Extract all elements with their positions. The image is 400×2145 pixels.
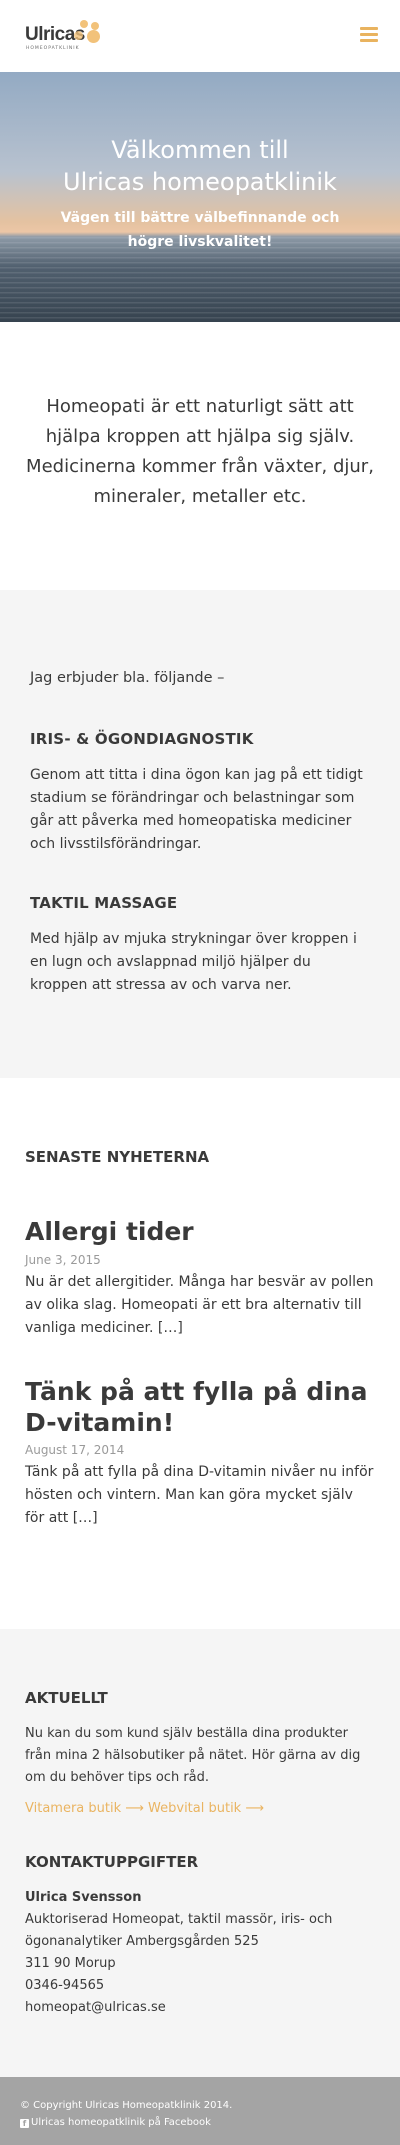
- site-footer: © Copyright Ulricas Homeopatklinik 2014.…: [0, 2077, 400, 2145]
- logo-dot: [91, 22, 99, 30]
- intro-text: Homeopati är ett naturligt sätt att hjäl…: [26, 396, 374, 507]
- hero-title: Välkommen till Ulricas homeopatklinik: [0, 134, 400, 198]
- site-logo[interactable]: Ulricas HOMEOPATKLINIK: [25, 20, 105, 52]
- menu-bar: [360, 33, 378, 36]
- services-lead: Jag erbjuder bla. följande –: [30, 670, 225, 686]
- hero-banner: Välkommen till Ulricas homeopatklinik Vä…: [0, 72, 400, 322]
- vitamera-shop-link[interactable]: Vitamera butik ⟶: [25, 1801, 144, 1816]
- site-header: Ulricas HOMEOPATKLINIK: [0, 0, 400, 72]
- post-excerpt: Nu är det allergitider. Många har besvär…: [25, 1274, 374, 1336]
- intro-section: Homeopati är ett naturligt sätt att hjäl…: [0, 322, 400, 590]
- post-title[interactable]: Allergi tider: [25, 1216, 375, 1247]
- service-text-massage: Med hjälp av mjuka strykningar över krop…: [30, 931, 357, 993]
- aktuellt-heading: AKTUELLT: [25, 1689, 108, 1707]
- webvital-shop-link[interactable]: Webvital butik ⟶: [148, 1801, 264, 1816]
- menu-bar: [360, 39, 378, 42]
- menu-bar: [360, 27, 378, 30]
- hero-title-line2: Ulricas homeopatklinik: [63, 168, 337, 196]
- info-section: AKTUELLT Nu kan du som kund själv bestäl…: [0, 1629, 400, 2077]
- logo-dot: [87, 30, 100, 43]
- facebook-link[interactable]: f Ulricas homeopatklinik på Facebook: [20, 2117, 211, 2128]
- aktuellt-text: Nu kan du som kund själv beställa dina p…: [25, 1726, 361, 1785]
- service-text-iris: Genom att titta i dina ögon kan jag på e…: [30, 767, 363, 852]
- logo-dot: [80, 20, 88, 28]
- post-date: August 17, 2014: [25, 1443, 125, 1457]
- hero-title-line1: Välkommen till: [111, 136, 289, 164]
- contact-postal: 311 90 Morup: [25, 1956, 116, 1971]
- post-excerpt: Tänk på att fylla på dina D-vitamin nivå…: [25, 1464, 374, 1526]
- hamburger-menu-icon[interactable]: [360, 27, 378, 42]
- service-heading-iris: IRIS- & ÖGONDIAGNOSTIK: [30, 730, 254, 748]
- post-title[interactable]: Tänk på att fylla på dina D-vitamin!: [25, 1376, 375, 1438]
- contact-heading: KONTAKTUPPGIFTER: [25, 1853, 199, 1871]
- contact-email[interactable]: homeopat@ulricas.se: [25, 1997, 365, 2019]
- hero-subtitle: Vägen till bättre välbefinnande och högr…: [60, 210, 340, 250]
- facebook-icon: f: [20, 2119, 29, 2128]
- service-heading-massage: TAKTIL MASSAGE: [30, 894, 178, 912]
- contact-role: Auktoriserad Homeopat, taktil massör, ir…: [25, 1912, 333, 1949]
- post-date: June 3, 2015: [25, 1253, 101, 1267]
- footer-copyright: © Copyright Ulricas Homeopatklinik 2014.: [20, 2100, 233, 2111]
- logo-tagline: HOMEOPATKLINIK: [26, 46, 80, 51]
- shop-links: Vitamera butik ⟶ Webvital butik ⟶: [25, 1801, 264, 1816]
- facebook-link-text: Ulricas homeopatklinik på Facebook: [31, 2117, 211, 2128]
- contact-name: Ulrica Svensson: [25, 1890, 142, 1905]
- logo-dot: [74, 31, 83, 40]
- news-section: SENASTE NYHETERNA Allergi tider June 3, …: [0, 1078, 400, 1629]
- contact-phone[interactable]: 0346-94565: [25, 1975, 365, 1997]
- services-section: Jag erbjuder bla. följande – IRIS- & ÖGO…: [0, 590, 400, 1078]
- news-heading: SENASTE NYHETERNA: [25, 1148, 210, 1166]
